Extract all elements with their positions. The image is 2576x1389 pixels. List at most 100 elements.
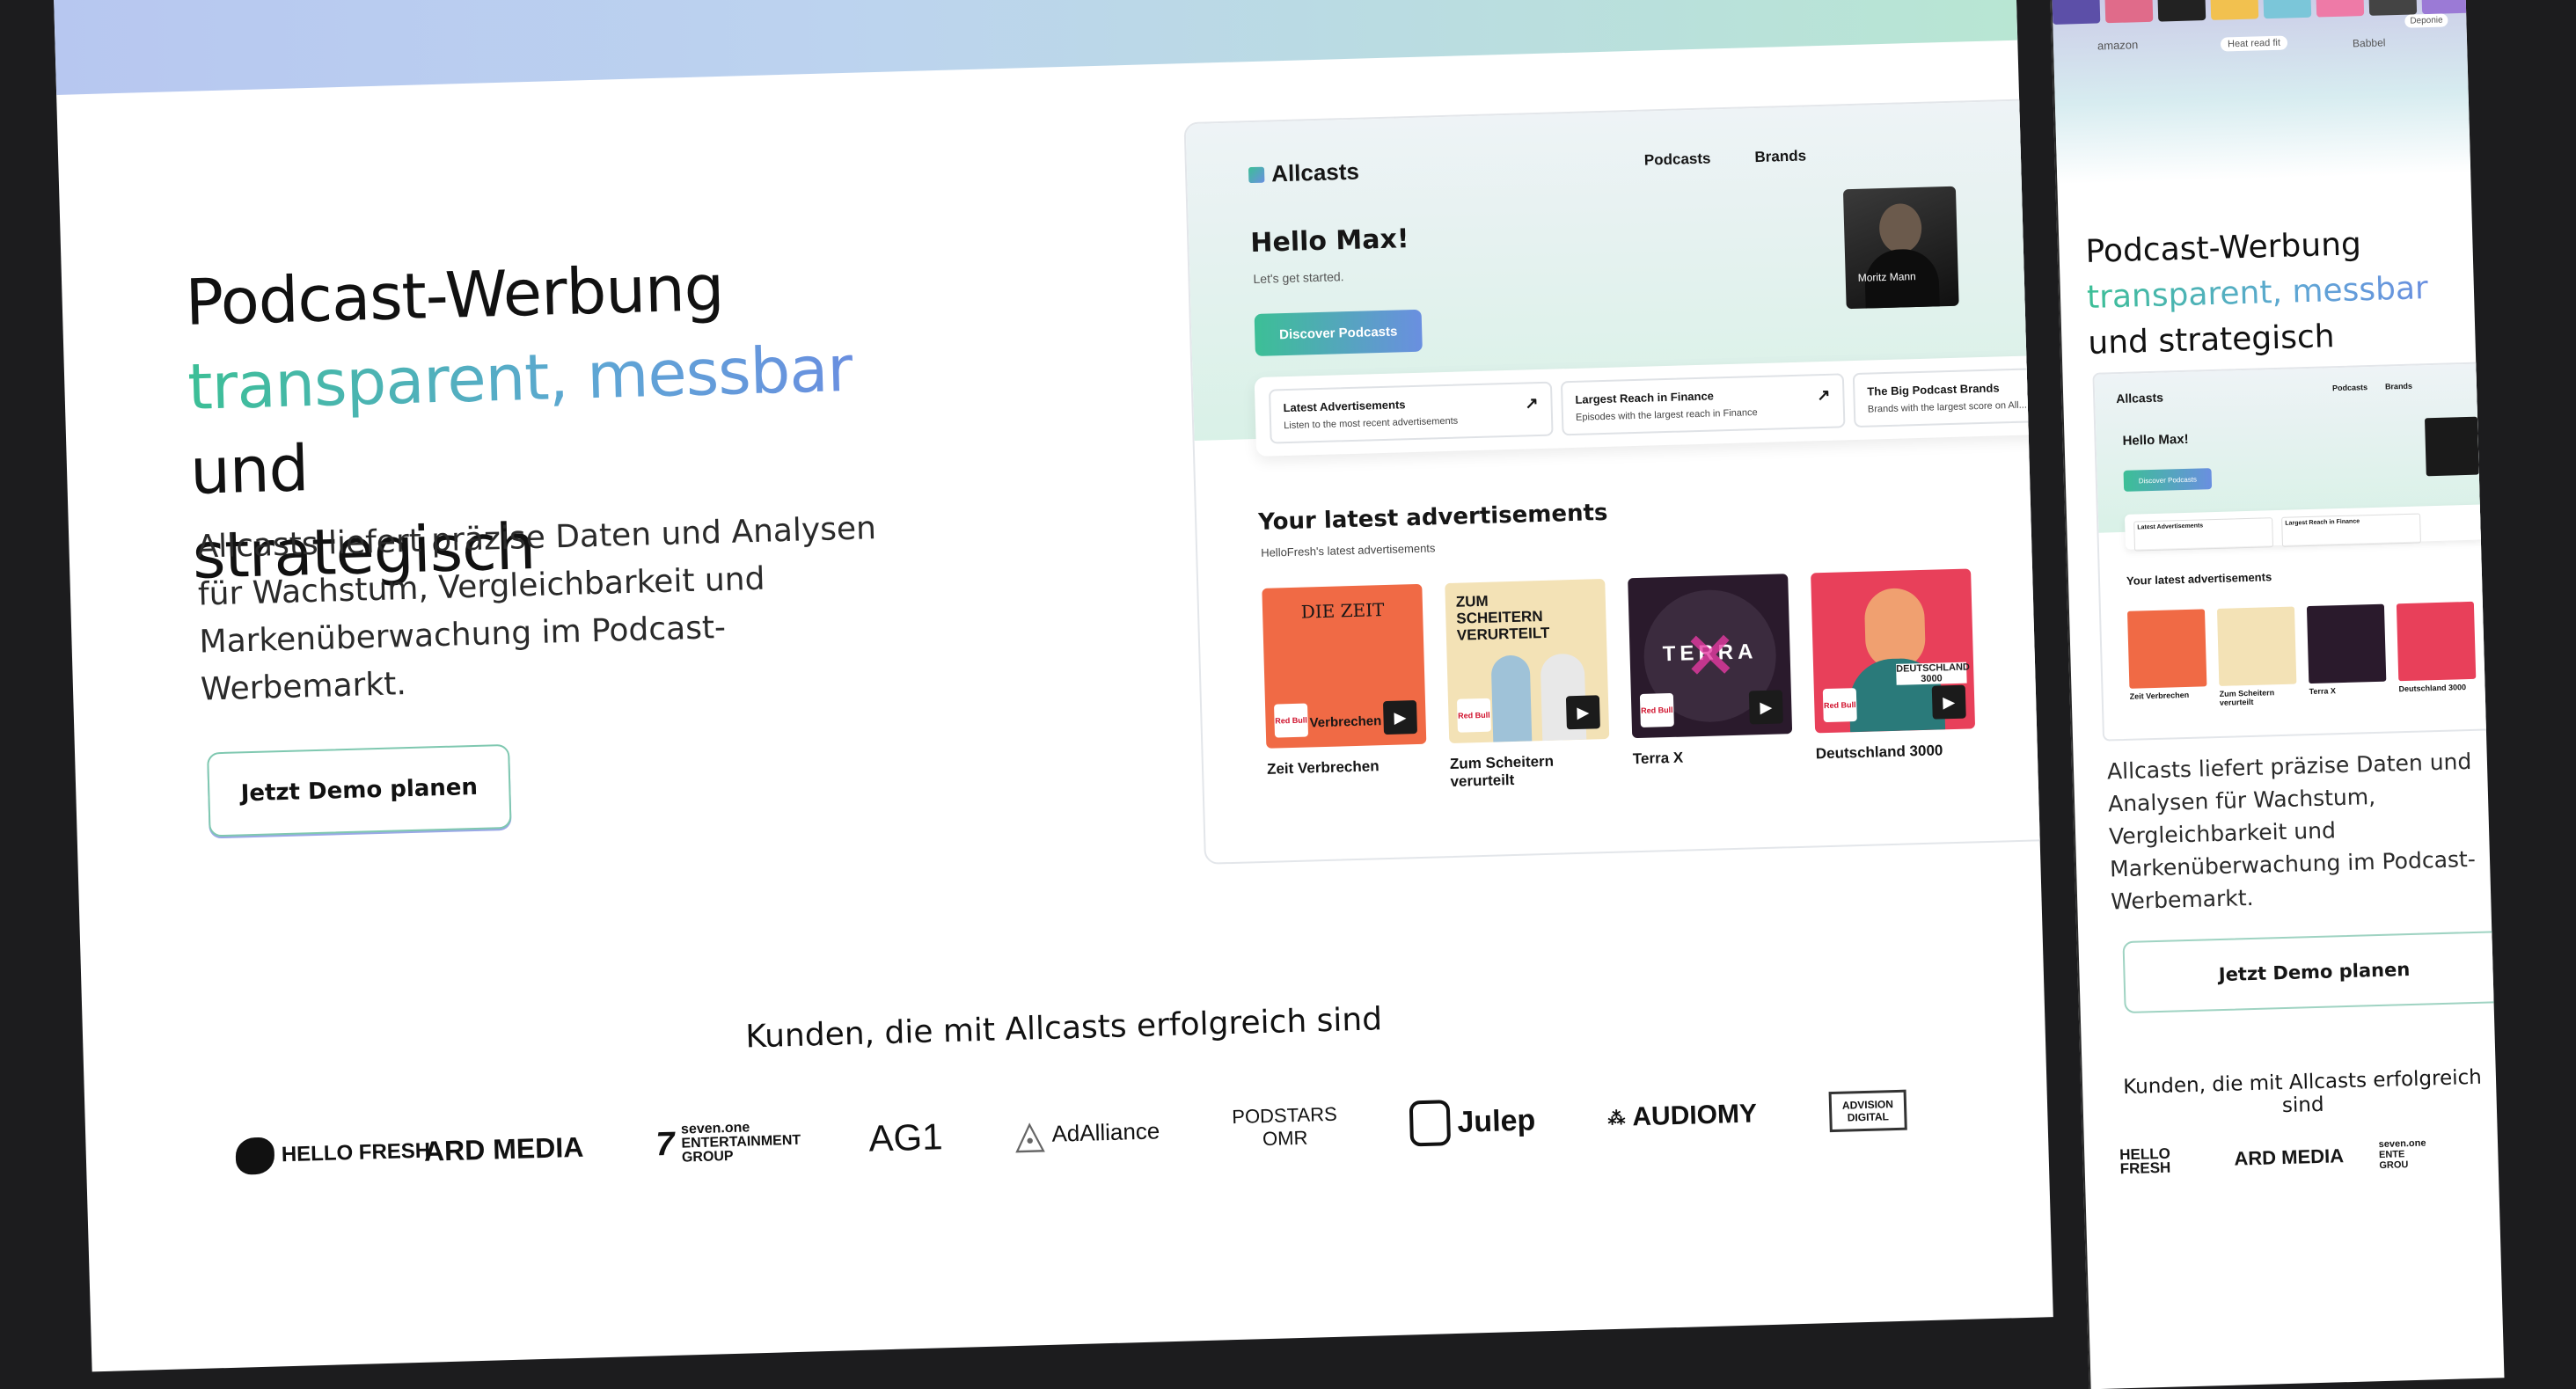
hellofresh-leaf-icon [235,1137,275,1175]
mobile-demo-button[interactable]: Jetzt Demo planen [2122,931,2505,1014]
mobile-app-brand[interactable]: Allcasts [2116,391,2163,406]
mobile-podcast-card[interactable]: Terra X [2306,603,2387,705]
podcast-cover: TERRA ✕ Red Bull ▶ [1628,574,1793,739]
mobile-discover-button[interactable]: Discover Podcasts [2123,468,2213,492]
mobile-logo-sevenone: seven.one ENTE GROU [2378,1137,2426,1172]
podcast-title: Terra X [1632,749,1684,768]
podcast-card[interactable]: ZUM SCHEITERN VERURTEILT Red Bull ▶ Zum … [1445,579,1611,791]
logo-advision: ADVISION DIGITAL [1828,1089,1907,1133]
arrow-up-right-icon: ↗ [1525,394,1539,413]
mobile-top-label: Babbel [2352,36,2386,50]
hero-title-and: und [188,431,310,508]
arrow-up-right-icon: ↗ [1817,385,1831,405]
app-logo[interactable]: Allcasts [1248,158,1360,188]
mobile-hero-subtitle: Allcasts liefert präzise Daten und Analy… [2106,748,2477,915]
logo-julep: Julep [1409,1097,1536,1147]
app-preview: Allcasts Podcasts Brands Hello Max! Let'… [1183,99,2053,865]
podcast-card[interactable]: TERRA ✕ Red Bull ▶ Terra X [1628,574,1794,786]
mobile-top-pill: Heat read fit [2220,35,2288,52]
cover-label: Verbrechen [1309,713,1382,731]
hero-title-highlight: transparent, messbar [187,331,854,424]
red-bull-badge: Red Bull [1822,688,1857,723]
greeting: Hello Max! [1249,223,1410,260]
play-icon[interactable]: ▶ [1382,700,1418,735]
greeting-sub: Let's get started. [1253,269,1344,287]
sevenone-mark-icon: 7 [655,1125,676,1164]
allcasts-logo-icon [1248,166,1265,183]
mobile-mockup: amazon Heat read fit Babbel Deponie Podc… [2050,0,2505,1389]
mobile-customer-logos: HELLO FRESH ARD MEDIA seven.one ENTE GRO… [2119,1137,2433,1178]
podcast-title: Zeit Verbrechen [1266,757,1379,778]
latest-ads-title: Your latest advertisements [1257,499,1608,536]
mobile-customers-title: Kunden, die mit Allcasts erfolgreich sin… [2122,1065,2483,1118]
mobile-podcast-card[interactable]: Zum Scheitern verurteilt [2216,606,2297,707]
mobile-podcast-card[interactable]: Zeit Verbrechen [2126,609,2207,709]
podcast-row: DIE ZEIT Verbrechen Red Bull ▶ Zeit Verb… [1262,568,1976,795]
audiomy-dots-icon: ⁂ [1607,1108,1626,1129]
quick-card-title: Largest Reach in Finance [1575,389,1715,406]
quick-card-subtitle: Episodes with the largest reach in Finan… [1575,407,1758,423]
quick-card-brands[interactable]: The Big Podcast Brands Brands with the l… [1852,365,2053,428]
nav-brands[interactable]: Brands [1754,147,1806,166]
mobile-quick-card[interactable]: Largest Reach in Finance [2281,513,2421,547]
app-brand-label: Allcasts [1270,157,1360,187]
quick-card-title: Latest Advertisements [1283,398,1406,415]
logo-audiomy: ⁂ AUDIOMY [1607,1099,1758,1132]
nav-podcasts[interactable]: Podcasts [1644,150,1711,169]
cover-label: ZUM SCHEITERN VERURTEILT [1455,592,1550,644]
mobile-podcast-card[interactable]: Deutschland 3000 [2396,601,2477,702]
red-bull-badge: Red Bull [1639,692,1674,727]
desktop-mockup: Podcast-Werbung transparent, messbar und… [53,0,2053,1372]
mobile-top-label: amazon [2097,38,2139,53]
podcast-title: Deutschland 3000 [1815,742,1943,763]
podcast-cover: ZUM SCHEITERN VERURTEILT Red Bull ▶ [1445,579,1610,744]
discover-podcasts-button[interactable]: Discover Podcasts [1254,309,1423,357]
mobile-logo-ard: ARD MEDIA [2234,1144,2345,1170]
adalliance-triangle-icon: ◬ [1014,1112,1046,1157]
mobile-latest-title: Your latest advertisements [2126,570,2272,588]
mobile-logo-hellofresh: HELLO FRESH [2119,1144,2171,1178]
podcast-cover: DEUTSCHLAND 3000 Red Bull ▶ [1811,568,1976,734]
play-icon[interactable]: ▶ [1565,695,1600,730]
red-bull-badge: Red Bull [1456,698,1491,733]
logo-ag1: AG1 [867,1115,944,1159]
podcast-title: Zum Scheitern verurteilt [1449,752,1555,791]
mobile-podcast-row: Zeit Verbrechen Zum Scheitern verurteilt… [2126,601,2477,710]
profile-name: Moritz Mann [1857,270,1916,284]
logo-adalliance: ◬ AdAlliance [1014,1112,1160,1157]
podcast-card[interactable]: DEUTSCHLAND 3000 Red Bull ▶ Deutschland … [1811,568,1977,780]
julep-leaf-icon [1409,1100,1452,1147]
quick-card-latest[interactable]: Latest Advertisements Listen to the most… [1269,381,1554,444]
mobile-app-preview: Allcasts Podcasts Brands Hello Max! Disc… [2092,362,2493,742]
demo-button[interactable]: Jetzt Demo planen [207,743,512,837]
customer-logos: HELLO FRESH ARD MEDIA 7 seven.one ENTERT… [235,1075,1907,1192]
logo-ard-media: ARD MEDIA [423,1130,584,1167]
hero-subtitle: Allcasts liefert präzise Daten und Analy… [195,510,877,708]
mobile-nav-brands[interactable]: Brands [2385,382,2412,391]
play-icon[interactable]: ▶ [1931,684,1966,720]
x-mark-icon: ✕ [1683,620,1738,691]
mobile-header-gradient [2051,0,2471,185]
quick-card-finance[interactable]: Largest Reach in Finance Episodes with t… [1560,373,1846,436]
avatar [1878,202,1922,254]
logo-podstars: PODSTARS OMR [1231,1102,1338,1151]
customers-title: Kunden, die mit Allcasts erfolgreich sin… [744,1001,1383,1056]
red-bull-badge: Red Bull [1274,703,1309,738]
quick-card-subtitle: Brands with the largest score on All... [1867,399,2028,415]
mobile-top-pill: Deponie [2404,13,2448,28]
logo-hellofresh: HELLO FRESH [235,1135,431,1175]
profile-card[interactable]: Moritz Mann [1842,186,1959,310]
logo-sevenone: 7 seven.one ENTERTAINMENT GROUP [655,1120,801,1166]
cover-label: DEUTSCHLAND 3000 [1896,662,1971,685]
podcast-card[interactable]: DIE ZEIT Verbrechen Red Bull ▶ Zeit Verb… [1262,583,1428,796]
mobile-nav-podcasts[interactable]: Podcasts [2332,383,2367,392]
play-icon[interactable]: ▶ [1748,690,1783,725]
mobile-avatar [2424,416,2479,477]
mobile-hero-title: Podcast-Werbung transparent, messbar und… [2085,226,2429,362]
hero-title-line1: Podcast-Werbung [184,250,725,340]
latest-ads-subtitle: HelloFresh's latest advertisements [1260,541,1436,559]
quick-card-title: The Big Podcast Brands [1867,381,2000,398]
header-gradient-band [53,0,2018,95]
mobile-greeting: Hello Max! [2122,431,2189,449]
mobile-quick-card[interactable]: Latest Advertisements [2133,517,2274,552]
